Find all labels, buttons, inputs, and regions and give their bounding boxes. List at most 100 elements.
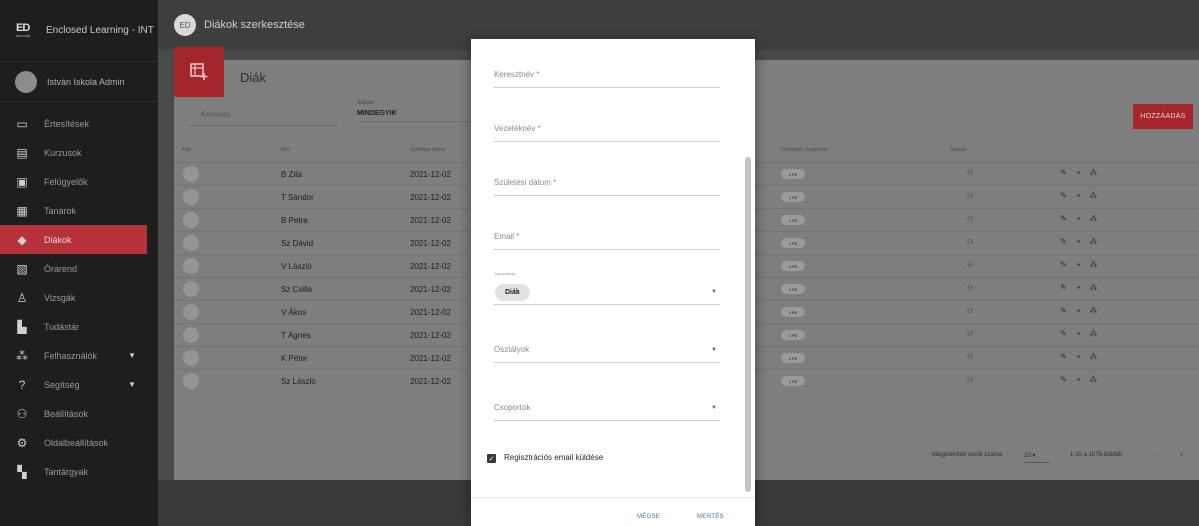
lock-icon[interactable]: ▪ <box>1074 191 1083 200</box>
rows-per-page-label: Megjelenített sorok száma <box>932 452 1003 458</box>
prev-page-icon[interactable]: ‹ <box>1156 450 1159 459</box>
sidebar-item-label: Felhasználók <box>44 350 98 361</box>
chevron-down-icon: ▼ <box>128 351 136 360</box>
edit-icon[interactable]: ✎ <box>1059 352 1068 361</box>
edit-icon[interactable]: ✎ <box>1059 306 1068 315</box>
avatar <box>183 350 199 366</box>
cancel-button[interactable]: MÉGSE <box>637 514 660 520</box>
status-filter-select[interactable]: MINDEGYIK <box>357 110 470 122</box>
library-icon: ▙ <box>17 319 27 334</box>
lock-icon[interactable]: ▪ <box>1074 329 1083 338</box>
rows-per-page-select[interactable]: 10 ▾ <box>1024 452 1050 463</box>
col-header-birth: Születési dátum <box>410 147 446 153</box>
groups-icon[interactable]: ⁂ <box>1089 191 1098 200</box>
groups-icon[interactable]: ⁂ <box>1089 237 1098 246</box>
status-icon: ⚇ <box>967 170 974 177</box>
col-header-name: Név <box>281 147 290 153</box>
edit-icon[interactable]: ✎ <box>1059 375 1068 384</box>
next-page-icon[interactable]: › <box>1180 450 1183 459</box>
edit-icon[interactable]: ✎ <box>1059 168 1068 177</box>
users-icon: ⁂ <box>16 348 28 363</box>
teacher-icon: ▦ <box>16 203 28 218</box>
edit-icon[interactable]: ✎ <box>1059 237 1068 246</box>
email-field[interactable]: Email * <box>494 232 720 250</box>
avatar <box>15 70 37 93</box>
save-button[interactable]: MENTÉS <box>697 514 724 520</box>
groups-icon[interactable]: ⁂ <box>1089 306 1098 315</box>
dialog-scrollbar[interactable] <box>745 157 751 492</box>
message-icon: ▭ <box>16 116 28 131</box>
classes-select[interactable]: Osztályok ▼ <box>494 345 720 363</box>
class-chip[interactable]: 1 FS <box>781 376 805 386</box>
add-button[interactable]: HOZZÁADÁS <box>1133 104 1193 129</box>
send-email-checkbox[interactable]: ✓ <box>487 454 496 463</box>
edit-icon[interactable]: ✎ <box>1059 260 1068 269</box>
status-icon: ⚇ <box>967 285 974 292</box>
sidebar-item-2[interactable]: ▣ Felügyelők <box>0 167 158 196</box>
sidebar-item-8[interactable]: ⁂ Felhasználók ▼ <box>0 341 158 370</box>
lock-icon[interactable]: ▪ <box>1074 352 1083 361</box>
groups-icon[interactable]: ⁂ <box>1089 352 1098 361</box>
class-chip[interactable]: 1 FS <box>781 192 805 202</box>
birth-date-field[interactable]: Születési dátum * <box>494 178 720 196</box>
lock-icon[interactable]: ▪ <box>1074 168 1083 177</box>
first-name-field[interactable]: Keresztnév * <box>494 70 720 88</box>
sidebar-item-9[interactable]: ? Segítség ▼ <box>0 370 158 399</box>
class-chip[interactable]: 1 FS <box>781 169 805 179</box>
user-profile[interactable]: István Iskola Admin <box>0 62 158 102</box>
sidebar-item-6[interactable]: ♙ Vizsgák <box>0 283 158 312</box>
check-icon: ✓ <box>488 455 495 463</box>
brand-logo: ED learning <box>16 23 38 39</box>
site-settings-icon: ⚙ <box>16 435 28 450</box>
lock-icon[interactable]: ▪ <box>1074 260 1083 269</box>
groups-icon[interactable]: ⁂ <box>1089 260 1098 269</box>
class-chip[interactable]: 1 FS <box>781 330 805 340</box>
sidebar-item-1[interactable]: ▤ Kurzusok <box>0 138 158 167</box>
dialog-divider <box>471 497 755 498</box>
lock-icon[interactable]: ▪ <box>1074 237 1083 246</box>
edit-icon[interactable]: ✎ <box>1059 329 1068 338</box>
sidebar-item-10[interactable]: ⚇ Beállítások <box>0 399 158 428</box>
class-chip[interactable]: 1 FS <box>781 353 805 363</box>
row-actions: ✎ ▪ ⁂ <box>1059 329 1098 338</box>
groups-icon[interactable]: ⁂ <box>1089 168 1098 177</box>
sidebar-item-7[interactable]: ▙ Tudástár <box>0 312 158 341</box>
class-chip[interactable]: 1 FS <box>781 307 805 317</box>
sidebar-item-5[interactable]: ▧ Órarend <box>0 254 158 283</box>
groups-icon[interactable]: ⁂ <box>1089 375 1098 384</box>
groups-icon[interactable]: ⁂ <box>1089 214 1098 223</box>
sidebar-item-4[interactable]: ◆ Diákok <box>0 225 147 254</box>
lock-icon[interactable]: ▪ <box>1074 214 1083 223</box>
role-chip[interactable]: Diák <box>495 284 530 301</box>
class-chip[interactable]: 1 FS <box>781 261 805 271</box>
class-chip[interactable]: 1 FS <box>781 284 805 294</box>
sidebar-item-3[interactable]: ▦ Tanárok <box>0 196 158 225</box>
avatar <box>183 304 199 320</box>
brand[interactable]: ED learning Enclosed Learning - INT <box>0 0 158 62</box>
table-add-icon <box>174 47 224 97</box>
last-name-field[interactable]: Vezetéknév * <box>494 124 720 142</box>
avatar <box>183 373 199 389</box>
rows-per-page-value: 10 <box>1024 453 1031 459</box>
class-chip[interactable]: 1 FS <box>781 215 805 225</box>
sidebar-item-0[interactable]: ▭ Értesítések <box>0 109 158 138</box>
groups-icon[interactable]: ⁂ <box>1089 329 1098 338</box>
sidebar-item-11[interactable]: ⚙ Oldalbeállítások <box>0 428 158 457</box>
edit-icon[interactable]: ✎ <box>1059 283 1068 292</box>
class-chip[interactable]: 1 FS <box>781 238 805 248</box>
avatar <box>183 212 199 228</box>
sidebar-item-label: Tantárgyak <box>44 466 89 477</box>
lock-icon[interactable]: ▪ <box>1074 283 1083 292</box>
edit-icon[interactable]: ✎ <box>1059 191 1068 200</box>
groups-select[interactable]: Csoportok ▼ <box>494 403 720 421</box>
supervisor-icon: ▣ <box>16 174 28 189</box>
search-input[interactable] <box>187 104 337 126</box>
birth-date: 2021-12-02 <box>410 170 451 179</box>
lock-icon[interactable]: ▪ <box>1074 306 1083 315</box>
sidebar-item-12[interactable]: ▚ Tantárgyak <box>0 457 158 486</box>
edit-icon[interactable]: ✎ <box>1059 214 1068 223</box>
sidebar-item-label: Diákok <box>44 234 72 245</box>
lock-icon[interactable]: ▪ <box>1074 375 1083 384</box>
groups-icon[interactable]: ⁂ <box>1089 283 1098 292</box>
birth-date: 2021-12-02 <box>410 216 451 225</box>
